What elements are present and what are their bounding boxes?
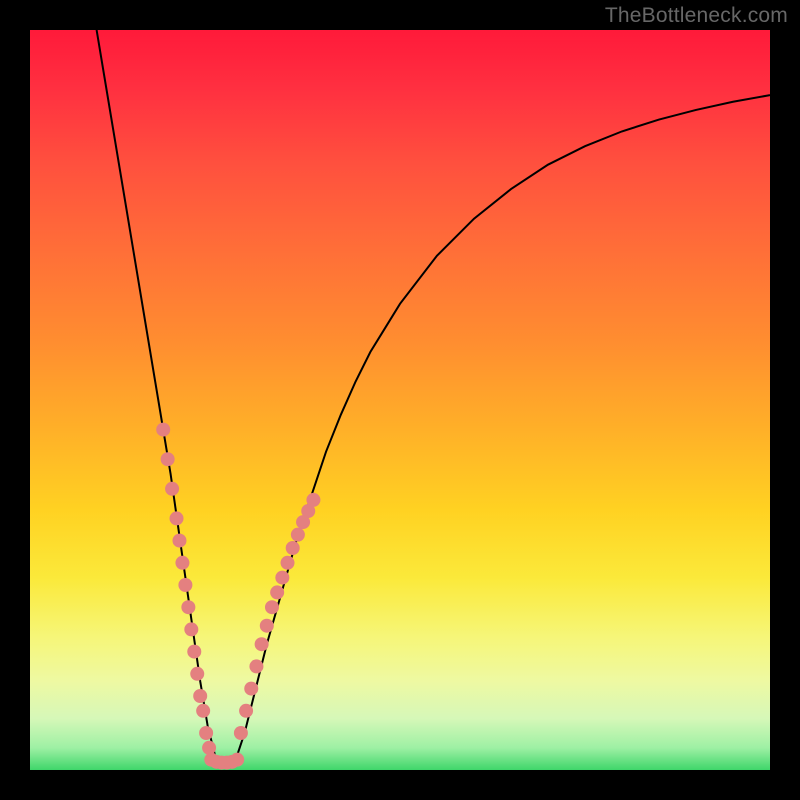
- scatter-dots: [156, 423, 320, 770]
- plot-svg: [30, 30, 770, 770]
- data-point: [255, 637, 269, 651]
- data-point: [230, 753, 244, 767]
- data-point: [281, 556, 295, 570]
- data-point: [239, 704, 253, 718]
- data-point: [181, 600, 195, 614]
- data-point: [306, 493, 320, 507]
- data-point: [190, 667, 204, 681]
- data-point: [165, 482, 179, 496]
- data-point: [184, 622, 198, 636]
- data-point: [161, 452, 175, 466]
- data-point: [270, 585, 284, 599]
- data-point: [260, 619, 274, 633]
- data-point: [249, 659, 263, 673]
- data-point: [202, 741, 216, 755]
- data-point: [178, 578, 192, 592]
- data-point: [286, 541, 300, 555]
- chart-stage: TheBottleneck.com: [0, 0, 800, 800]
- data-point: [291, 528, 305, 542]
- data-point: [244, 682, 258, 696]
- data-point: [187, 645, 201, 659]
- data-point: [275, 571, 289, 585]
- data-point: [265, 600, 279, 614]
- data-point: [156, 423, 170, 437]
- data-point: [199, 726, 213, 740]
- plot-area: [30, 30, 770, 770]
- data-point: [234, 726, 248, 740]
- data-point: [172, 534, 186, 548]
- watermark-text: TheBottleneck.com: [605, 4, 788, 28]
- data-point: [193, 689, 207, 703]
- data-point: [170, 511, 184, 525]
- data-point: [196, 704, 210, 718]
- data-point: [175, 556, 189, 570]
